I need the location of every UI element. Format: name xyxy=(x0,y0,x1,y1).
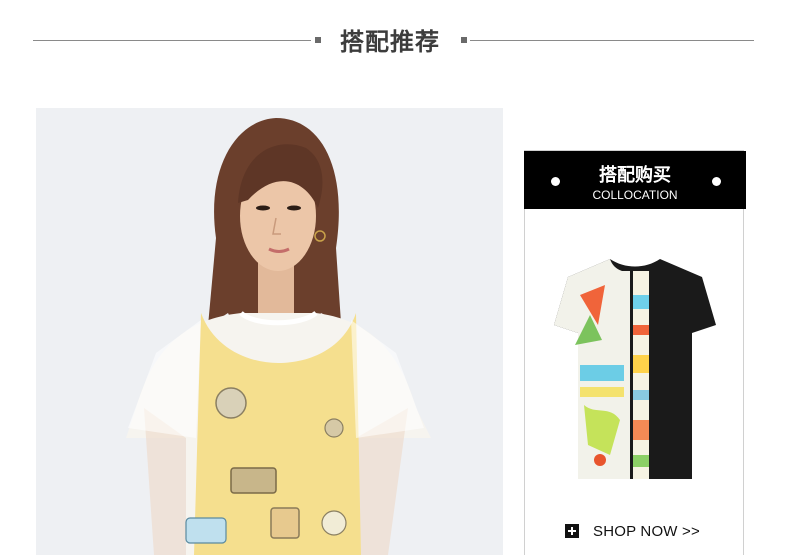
section-header: 搭配推荐 xyxy=(0,0,790,80)
collocation-card: 搭配购买 COLLOCATION SHOP NOW >> xyxy=(524,150,746,555)
model-photo xyxy=(36,108,503,555)
header-square-dot-left xyxy=(315,37,321,43)
section-title: 搭配推荐 xyxy=(340,28,440,56)
header-divider-right xyxy=(470,40,754,41)
shop-now-button[interactable]: SHOP NOW >> xyxy=(565,521,700,541)
header-square-dot-right xyxy=(461,37,467,43)
product-image[interactable] xyxy=(550,255,720,485)
collocation-header: 搭配购买 COLLOCATION xyxy=(524,151,746,209)
header-divider-left xyxy=(33,40,311,41)
shop-now-label: SHOP NOW >> xyxy=(593,522,700,540)
plus-square-icon xyxy=(565,524,579,538)
header-dot-right xyxy=(712,177,721,186)
collocation-subtitle: COLLOCATION xyxy=(592,188,678,202)
